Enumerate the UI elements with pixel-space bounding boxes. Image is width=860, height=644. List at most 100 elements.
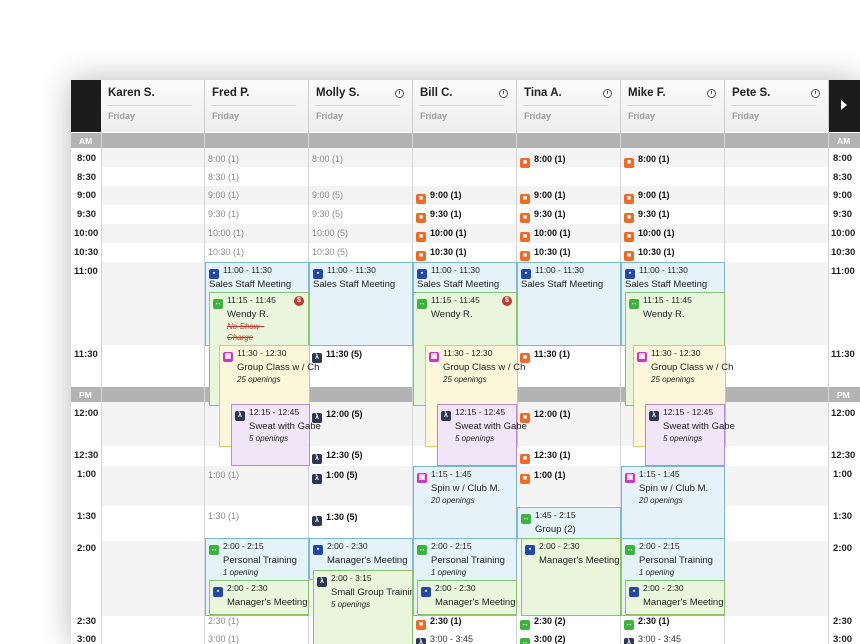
class-slot[interactable]: λ 1:30 (5) — [312, 512, 358, 526]
booked-slot[interactable]: ■ 1:00 (1) — [520, 470, 566, 484]
event-managers-meeting[interactable]: ▪ 2:00 - 2:30 Manager's Meeting — [625, 580, 725, 615]
clock-icon[interactable] — [811, 89, 820, 98]
staff-day: Friday — [420, 111, 448, 121]
event-sweat-with-gabe[interactable]: λ 12:15 - 12:45 Sweat with Gabe 5 openings — [645, 404, 735, 466]
booked-slot[interactable]: ■ 8:00 (1) — [520, 154, 566, 168]
booked-slot[interactable]: ■ 10:30 (1) — [624, 247, 675, 261]
time-label-right: 2:30 — [833, 616, 853, 627]
open-slot[interactable]: 3:00 (1) — [208, 634, 239, 644]
event-sweat-with-gabe[interactable]: λ 12:15 - 12:45 Sweat with Gabe 5 openings — [231, 404, 321, 466]
next-arrow-icon[interactable] — [841, 100, 847, 110]
open-slot[interactable]: 9:30 (5) — [312, 209, 343, 219]
staff-header-molly[interactable]: Molly S. Friday — [309, 80, 413, 132]
pm-label: PM — [79, 390, 92, 400]
booked-slot[interactable]: ■ 12:30 (1) — [520, 450, 571, 464]
booked-slot[interactable]: ■ 10:00 (1) — [624, 228, 675, 242]
event-sales-meeting[interactable]: ▪ 11:00 - 11:30 Sales Staff Meeting — [517, 262, 621, 346]
next-column-black[interactable] — [828, 80, 860, 132]
booked-slot[interactable]: ■ 9:30 (1) — [624, 209, 670, 223]
open-slot[interactable]: 10:00 (5) — [312, 228, 348, 238]
event-sweat-with-gabe[interactable]: λ 12:15 - 12:45 Sweat with Gabe 5 openings — [437, 404, 527, 466]
am-label: AM — [79, 136, 93, 146]
class-icon: λ — [317, 577, 327, 587]
open-slot[interactable]: 8:00 (1) — [312, 154, 343, 164]
time-label: 1:30 — [77, 511, 97, 522]
booked-slot[interactable]: ■ 9:00 (1) — [624, 190, 670, 204]
schedule-calendar: Karen S. Friday Fred P. Friday Molly S. … — [71, 80, 860, 644]
open-slot[interactable]: 9:30 (1) — [208, 209, 239, 219]
booked-slot[interactable]: ■ 10:00 (1) — [520, 228, 571, 242]
staff-header-mike[interactable]: Mike F. Friday — [621, 80, 725, 132]
booked-slot[interactable]: ■ 10:30 (1) — [416, 247, 467, 261]
booked-slot[interactable]: ■ 9:00 (1) — [520, 190, 566, 204]
appointment-icon: ■ — [416, 194, 426, 204]
booked-slot[interactable]: ■ 2:30 (1) — [416, 616, 462, 630]
event-spin-class[interactable]: ▣ 1:15 - 1:45 Spin w / Club M. 20 openings — [413, 466, 517, 546]
class-icon: λ — [312, 474, 322, 484]
staff-header-tina[interactable]: Tina A. Friday — [517, 80, 621, 132]
payment-due-icon: $ — [502, 296, 512, 306]
staff-name: Bill C. — [420, 87, 453, 99]
event-managers-meeting[interactable]: ▪ 2:00 - 2:30 Manager's Meeting — [417, 580, 517, 615]
open-slot[interactable]: 8:30 (1) — [208, 172, 239, 182]
event-group[interactable]: ↔ 1:45 - 2:15 Group (2) — [517, 507, 621, 539]
briefcase-icon: ▪ — [625, 269, 635, 279]
time-label-right: 12:00 — [831, 408, 856, 419]
appointment-icon: ■ — [520, 251, 530, 261]
staff-header-fred[interactable]: Fred P. Friday — [205, 80, 309, 132]
booked-slot[interactable]: ■ 10:30 (1) — [520, 247, 571, 261]
open-slot[interactable]: 10:00 (1) — [208, 228, 244, 238]
booked-slot[interactable]: ■ 12:00 (1) — [520, 409, 571, 423]
booked-slot[interactable]: ■ 9:00 (1) — [416, 190, 462, 204]
clock-icon[interactable] — [499, 89, 508, 98]
open-slot[interactable]: 1:00 (1) — [208, 470, 239, 480]
appointment-icon: ■ — [624, 194, 634, 204]
training-icon: ↔ — [417, 545, 427, 555]
clock-icon[interactable] — [395, 89, 404, 98]
event-managers-meeting[interactable]: ▪ 2:00 - 2:30 Manager's Meeting — [521, 538, 621, 616]
time-label-right: 8:30 — [833, 172, 853, 183]
open-slot[interactable]: 10:30 (5) — [312, 247, 348, 257]
open-slot[interactable]: 1:30 (1) — [208, 511, 239, 521]
staff-name: Molly S. — [316, 87, 360, 99]
event-sales-meeting[interactable]: ▪ 11:00 - 11:30 Sales Staff Meeting — [309, 262, 413, 346]
staff-header-karen[interactable]: Karen S. Friday — [101, 80, 205, 132]
booked-slot[interactable]: ■ 10:00 (1) — [416, 228, 467, 242]
appointment-icon: ■ — [520, 158, 530, 168]
booked-slot[interactable]: ↔ 3:00 (2) — [520, 634, 566, 644]
booked-slot[interactable]: ■ 9:30 (1) — [416, 209, 462, 223]
class-slot[interactable]: λ 11:30 (5) — [312, 349, 362, 363]
open-slot[interactable]: 10:30 (1) — [208, 247, 244, 257]
booked-slot[interactable]: ↔ 2:30 (2) — [520, 616, 566, 630]
clock-icon[interactable] — [707, 89, 716, 98]
event-spin-class[interactable]: ▣ 1:15 - 1:45 Spin w / Club M. 20 openings — [621, 466, 725, 546]
booked-slot[interactable]: ■ 11:30 (1) — [520, 349, 570, 363]
open-slot[interactable]: 2:30 (1) — [208, 616, 239, 626]
time-label-right: 11:30 — [831, 349, 855, 360]
class-icon: λ — [416, 638, 426, 644]
class-slot[interactable]: λ 3:00 - 3:45 — [624, 634, 681, 644]
open-slot[interactable]: 8:00 (1) — [208, 154, 239, 164]
open-slot[interactable]: 9:00 (5) — [312, 190, 343, 200]
event-managers-meeting[interactable]: ▪ 2:00 - 2:30 Manager's Meeting — [209, 580, 309, 615]
staff-header-pete[interactable]: Pete S. Friday — [725, 80, 829, 132]
class-slot[interactable]: λ 1:00 (5) — [312, 470, 358, 484]
training-icon: ↔ — [213, 299, 223, 309]
booked-slot[interactable]: ↔ 2:30 (1) — [624, 616, 670, 630]
staff-header-bill[interactable]: Bill C. Friday — [413, 80, 517, 132]
training-icon: ↔ — [521, 514, 531, 524]
prev-column-black — [71, 80, 101, 132]
class-icon: λ — [312, 516, 322, 526]
time-label-right: 8:00 — [833, 153, 853, 164]
training-icon: ↔ — [629, 299, 639, 309]
class-slot[interactable]: λ 12:30 (5) — [312, 450, 363, 464]
open-slot[interactable]: 9:00 (1) — [208, 190, 239, 200]
briefcase-icon: ▪ — [525, 545, 535, 555]
time-label: 2:00 — [77, 543, 97, 554]
booked-slot[interactable]: ■ 9:30 (1) — [520, 209, 566, 223]
event-small-group-training[interactable]: λ 2:00 - 3:15 Small Group Training 5 openin… — [313, 570, 413, 644]
booked-slot[interactable]: ■ 8:00 (1) — [624, 154, 670, 168]
clock-icon[interactable] — [603, 89, 612, 98]
class-slot[interactable]: λ 3:00 - 3:45 — [416, 634, 473, 644]
appointment-icon: ■ — [624, 158, 634, 168]
